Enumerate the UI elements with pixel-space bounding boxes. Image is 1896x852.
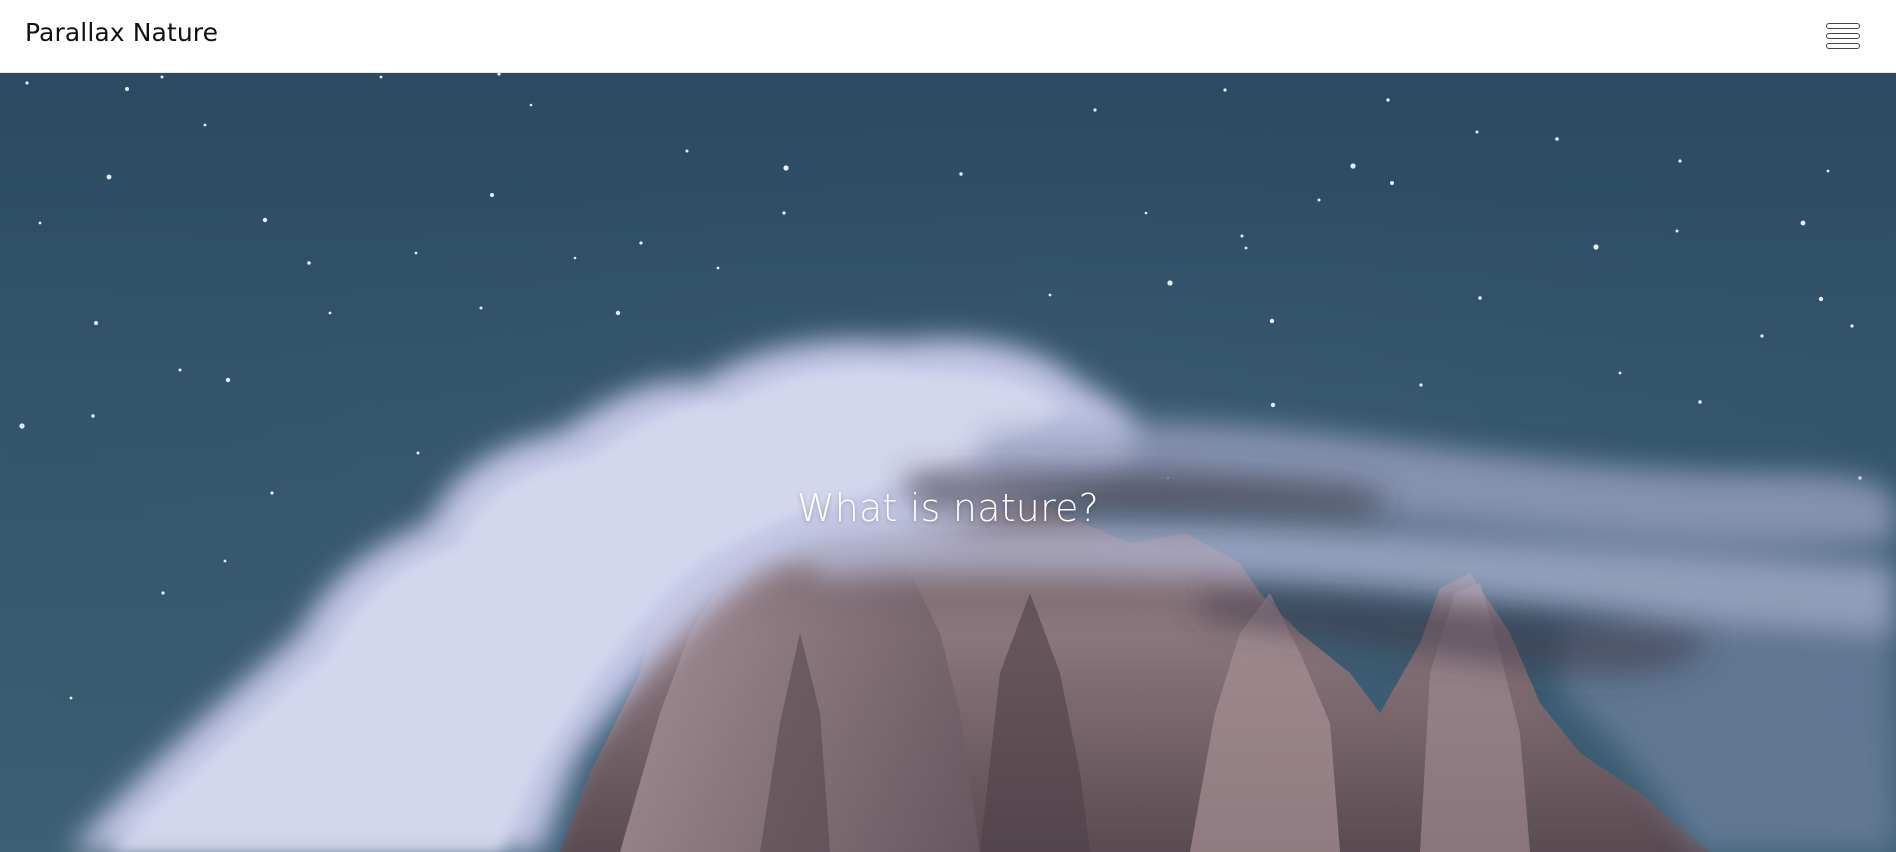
hamburger-menu-icon[interactable] [1826,23,1862,55]
hero-title: What is nature? [796,486,1100,530]
menu-bar-bottom [1826,43,1860,49]
top-navbar: Parallax Nature [0,0,1896,73]
site-brand[interactable]: Parallax Nature [25,18,218,47]
hero-background-image [0,73,1896,852]
hero-section: What is nature? [0,73,1896,852]
menu-bar-top [1826,23,1860,29]
menu-bar-middle [1826,33,1860,39]
